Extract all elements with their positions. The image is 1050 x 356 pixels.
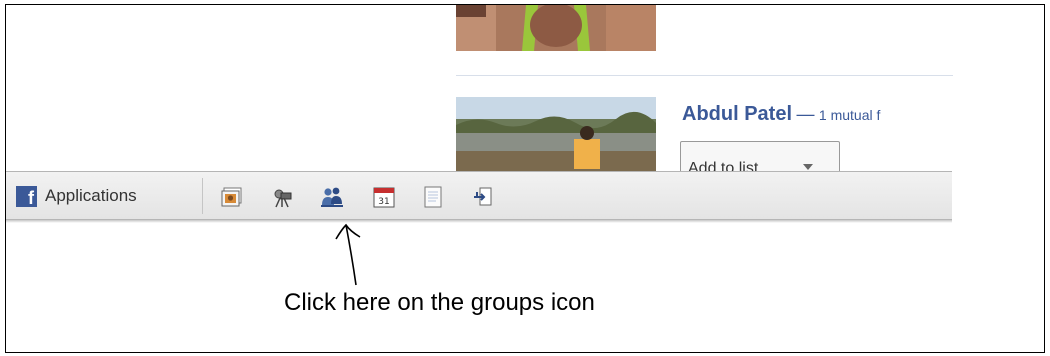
profile-photo-abdul[interactable] <box>456 97 656 177</box>
mutual-friends-link[interactable]: 1 mutual f <box>819 107 880 123</box>
friend-name-link[interactable]: Abdul Patel <box>682 103 792 125</box>
taskbar-separator <box>202 178 203 214</box>
events-icon[interactable]: 31 <box>372 185 396 209</box>
applications-label: Applications <box>45 186 137 205</box>
chevron-down-icon <box>803 164 813 170</box>
applications-taskbar: f Applications 31 <box>6 171 952 223</box>
instruction-text: Click here on the groups icon <box>284 289 595 316</box>
groups-icon[interactable] <box>320 185 344 209</box>
notes-icon[interactable] <box>421 185 445 209</box>
divider <box>456 75 953 76</box>
profile-photo-top[interactable] <box>456 5 656 51</box>
video-icon[interactable] <box>270 185 294 209</box>
friend-name-row: Abdul Patel — 1 mutual f <box>682 103 880 126</box>
photos-icon[interactable] <box>220 185 244 209</box>
calendar-day-text: 31 <box>378 197 389 207</box>
applications-button[interactable]: f Applications <box>16 182 137 210</box>
facebook-logo-icon: f <box>16 185 37 207</box>
annotation-arrow-icon <box>335 223 361 286</box>
taskbar-shadow <box>6 220 952 223</box>
name-separator: — <box>796 104 815 124</box>
share-icon[interactable] <box>471 185 495 209</box>
screenshot-frame: Abdul Patel — 1 mutual f Add to list... … <box>5 4 1045 353</box>
